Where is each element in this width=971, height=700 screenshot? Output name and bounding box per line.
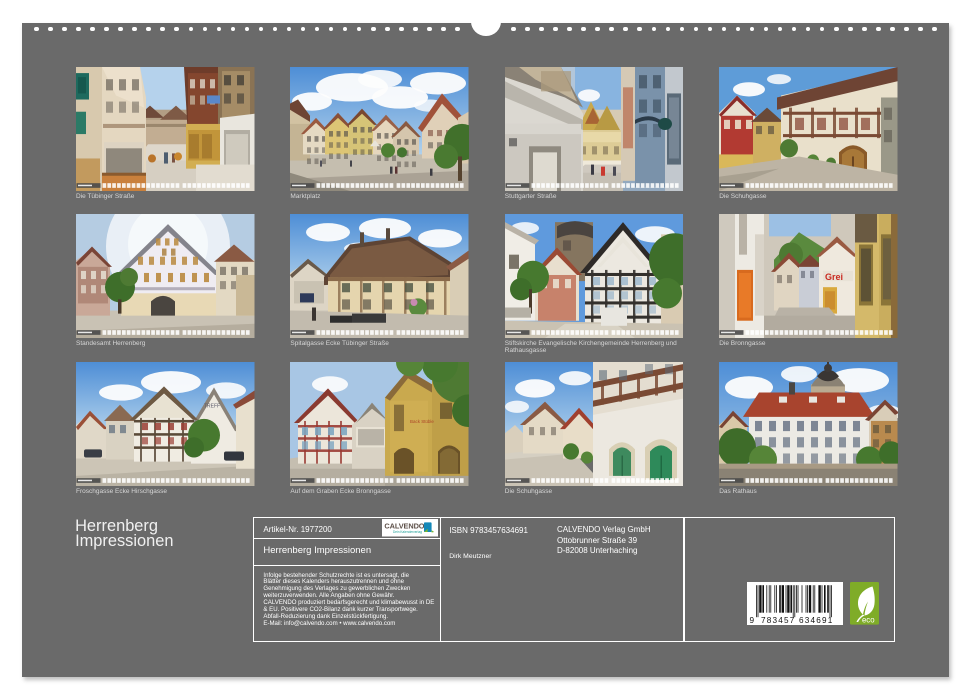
svg-text:Grei: Grei: [825, 272, 843, 282]
svg-text:9: 9: [750, 616, 755, 625]
svg-text:783457: 783457: [761, 616, 796, 625]
svg-text:eco: eco: [862, 616, 875, 625]
svg-text:634691: 634691: [799, 616, 834, 625]
svg-text:CALVENDO: CALVENDO: [384, 521, 424, 530]
svg-text:Back Stüble: Back Stüble: [410, 419, 434, 424]
svg-text:Dein Kalenderverlag: Dein Kalenderverlag: [393, 530, 422, 534]
svg-text:TREFF: TREFF: [204, 404, 220, 410]
